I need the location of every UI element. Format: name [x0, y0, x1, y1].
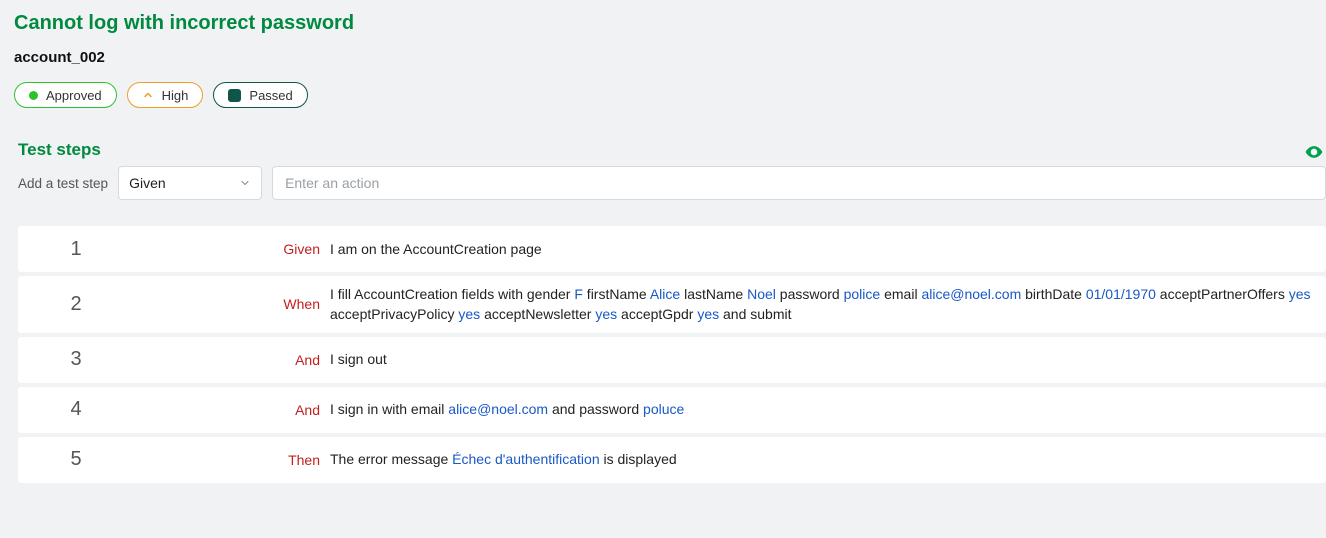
step-keyword: Given — [134, 241, 330, 257]
step-number: 3 — [18, 348, 134, 371]
step-text-fragment: I sign in with email — [330, 401, 448, 417]
passed-pill[interactable]: Passed — [213, 82, 307, 108]
step-param: yes — [1289, 286, 1311, 302]
step-text: The error message Échec d'authentificati… — [330, 449, 1326, 469]
step-param: Échec d'authentification — [452, 451, 599, 467]
step-keyword: And — [134, 402, 330, 418]
case-identifier: account_002 — [14, 49, 1326, 66]
step-text-fragment: acceptNewsletter — [480, 306, 595, 322]
step-number: 4 — [18, 398, 134, 421]
step-text-fragment: and password — [548, 401, 643, 417]
approved-dot-icon — [29, 91, 38, 100]
chevron-down-icon — [239, 177, 251, 189]
section-title: Test steps — [18, 140, 101, 160]
step-text-fragment: firstName — [583, 286, 650, 302]
step-text: I am on the AccountCreation page — [330, 239, 1326, 259]
step-param: yes — [458, 306, 480, 322]
passed-square-icon — [228, 89, 241, 102]
step-param: Alice — [650, 286, 680, 302]
passed-label: Passed — [249, 88, 292, 103]
step-keyword: Then — [134, 452, 330, 468]
step-text-fragment: acceptPartnerOffers — [1156, 286, 1289, 302]
step-param: yes — [595, 306, 617, 322]
step-text-fragment: I sign out — [330, 351, 387, 367]
step-param: yes — [697, 306, 719, 322]
step-row[interactable]: 4AndI sign in with email alice@noel.com … — [18, 387, 1326, 433]
eye-icon — [1304, 142, 1324, 162]
chevron-up-icon — [142, 89, 154, 101]
step-param: Noel — [747, 286, 776, 302]
step-keyword: When — [134, 296, 330, 312]
step-text-fragment: and submit — [719, 306, 791, 322]
action-input[interactable] — [272, 166, 1326, 200]
step-text-fragment: I fill AccountCreation fields with gende… — [330, 286, 574, 302]
step-keyword: And — [134, 352, 330, 368]
step-text: I sign out — [330, 349, 1326, 369]
step-number: 2 — [18, 293, 134, 316]
step-text-fragment: birthDate — [1021, 286, 1086, 302]
step-text-fragment: lastName — [680, 286, 747, 302]
step-text-fragment: acceptPrivacyPolicy — [330, 306, 458, 322]
page-title: Cannot log with incorrect password — [14, 12, 1326, 35]
step-param: alice@noel.com — [921, 286, 1021, 302]
step-text-fragment: I am on the AccountCreation page — [330, 241, 542, 257]
step-row[interactable]: 2WhenI fill AccountCreation fields with … — [18, 276, 1326, 333]
step-text-fragment: acceptGpdr — [617, 306, 697, 322]
add-step-row: Add a test step Given — [14, 166, 1326, 200]
visibility-toggle[interactable] — [1304, 142, 1324, 165]
step-keyword-value: Given — [129, 175, 166, 191]
step-param: poluce — [643, 401, 684, 417]
approved-label: Approved — [46, 88, 102, 103]
step-number: 5 — [18, 448, 134, 471]
add-step-label: Add a test step — [18, 176, 108, 191]
step-text: I sign in with email alice@noel.com and … — [330, 399, 1326, 419]
step-param: alice@noel.com — [448, 401, 548, 417]
steps-list: 1GivenI am on the AccountCreation page2W… — [18, 226, 1326, 483]
step-param: 01/01/1970 — [1086, 286, 1156, 302]
step-text-fragment: password — [776, 286, 844, 302]
step-keyword-select[interactable]: Given — [118, 166, 262, 200]
priority-label: High — [162, 88, 189, 103]
priority-pill[interactable]: High — [127, 82, 204, 108]
step-text: I fill AccountCreation fields with gende… — [330, 284, 1326, 325]
status-pills: Approved High Passed — [14, 82, 1326, 108]
step-row[interactable]: 3AndI sign out — [18, 337, 1326, 383]
step-row[interactable]: 1GivenI am on the AccountCreation page — [18, 226, 1326, 272]
step-text-fragment: is displayed — [600, 451, 677, 467]
step-number: 1 — [18, 238, 134, 261]
approved-pill[interactable]: Approved — [14, 82, 117, 108]
step-text-fragment: The error message — [330, 451, 452, 467]
step-param: F — [574, 286, 583, 302]
step-text-fragment: email — [880, 286, 921, 302]
step-param: police — [844, 286, 881, 302]
step-row[interactable]: 5ThenThe error message Échec d'authentif… — [18, 437, 1326, 483]
